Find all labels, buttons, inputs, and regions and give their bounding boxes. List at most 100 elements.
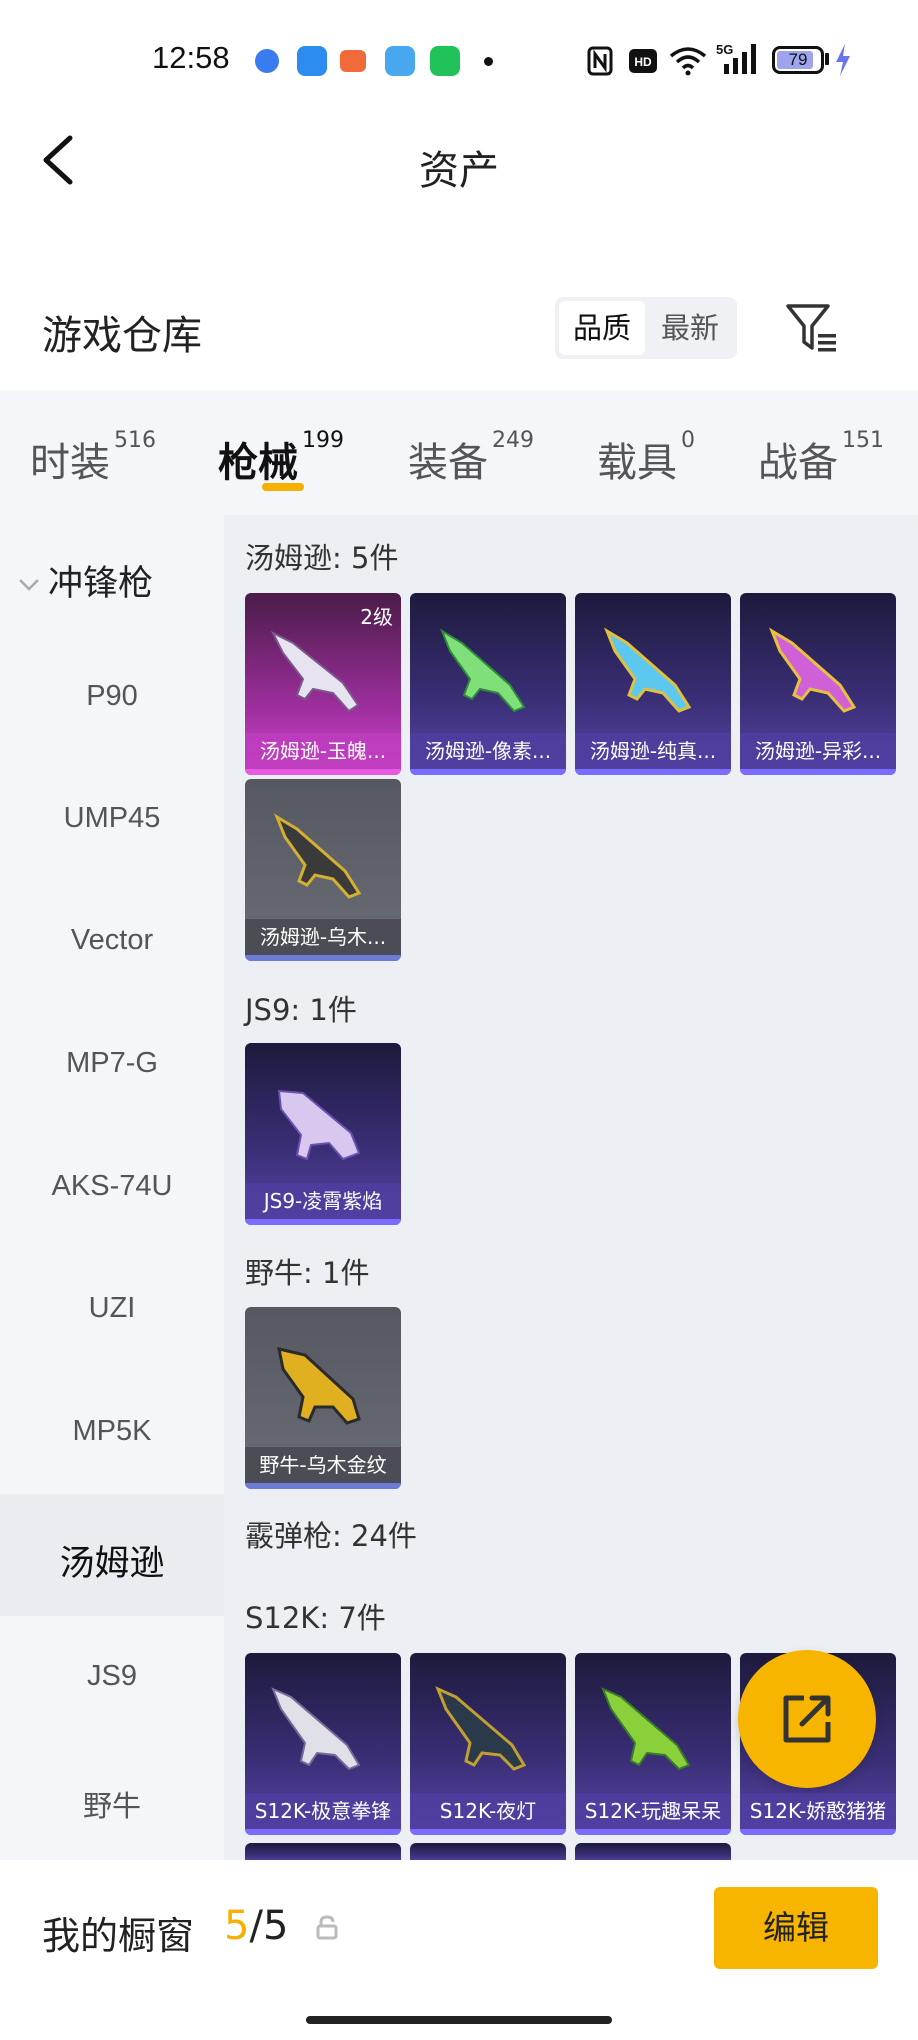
weapon-card[interactable]: 汤姆逊-纯真... xyxy=(575,593,731,775)
group-label-bison: 野牛: 1件 xyxy=(245,1256,370,1290)
weapon-name: 汤姆逊-异彩... xyxy=(740,733,896,769)
weapon-name: 汤姆逊-纯真... xyxy=(575,733,731,769)
showcase-count-total: 5 xyxy=(262,1903,289,1949)
sidebar-item-mp5k[interactable]: MP5K xyxy=(0,1415,224,1448)
weapon-card[interactable]: JS9-凌霄紫焰 xyxy=(245,1043,401,1225)
weapon-card[interactable]: 汤姆逊-乌木... xyxy=(245,779,401,961)
gun-icon xyxy=(270,630,360,713)
group-label-thompson: 汤姆逊: 5件 xyxy=(245,541,399,575)
chevron-down-icon xyxy=(19,579,39,591)
sidebar-item-js9[interactable]: JS9 xyxy=(0,1660,224,1693)
sidebar-item-uzi[interactable]: UZI xyxy=(0,1292,224,1325)
tab-firearms[interactable]: 枪械 199 xyxy=(218,428,344,488)
edit-button[interactable]: 编辑 xyxy=(714,1887,878,1969)
showcase-title: 我的橱窗 xyxy=(42,1914,195,1958)
tab-vehicles[interactable]: 载具 0 xyxy=(597,428,695,488)
tab-fashion[interactable]: 时装 516 xyxy=(30,428,156,488)
weapon-card[interactable]: 汤姆逊-像素... xyxy=(410,593,566,775)
tab-supplies[interactable]: 战备 151 xyxy=(758,428,884,488)
wifi-icon xyxy=(669,47,707,76)
battery-level: 79 xyxy=(788,50,808,69)
app-notification-icon xyxy=(255,49,279,73)
gun-icon xyxy=(603,627,692,713)
sort-option-quality[interactable]: 品质 xyxy=(559,297,645,359)
tab-count: 249 xyxy=(492,428,534,453)
group-label-js9: JS9: 1件 xyxy=(245,993,357,1027)
tab-label: 战备 xyxy=(758,440,838,486)
app-notification-icon xyxy=(297,46,327,76)
page-title: 资产 xyxy=(419,148,499,194)
app-notification-icon xyxy=(340,50,366,72)
tab-count: 151 xyxy=(842,428,884,453)
sidebar-item-p90[interactable]: P90 xyxy=(0,680,224,713)
tab-count: 199 xyxy=(302,428,344,453)
more-notifications-dot xyxy=(484,57,493,66)
weapon-card-partial[interactable] xyxy=(575,1843,731,1860)
gun-icon xyxy=(768,627,857,713)
home-indicator[interactable] xyxy=(306,2016,612,2024)
network-type-label: 5G xyxy=(716,42,733,57)
tab-label: 载具 xyxy=(597,440,677,486)
sidebar-item-bison[interactable]: 野牛 xyxy=(0,1783,224,1825)
sidebar-item-thompson[interactable]: 汤姆逊 xyxy=(0,1535,224,1586)
showcase-count-current: 5 xyxy=(224,1903,250,1949)
weapon-card[interactable]: 野牛-乌木金纹 xyxy=(245,1307,401,1489)
share-button[interactable] xyxy=(738,1650,876,1788)
battery-icon: 79 xyxy=(772,46,824,74)
tab-label: 时装 xyxy=(30,440,110,486)
gun-icon xyxy=(435,1686,527,1771)
weapon-name: S12K-夜灯 xyxy=(410,1793,566,1829)
tab-count: 516 xyxy=(114,428,156,453)
weapon-card[interactable]: S12K-夜灯 xyxy=(410,1653,566,1835)
gun-icon xyxy=(439,628,526,713)
section-title: 游戏仓库 xyxy=(42,313,202,359)
nfc-icon xyxy=(587,46,613,76)
weapon-name: S12K-极意拳锋 xyxy=(245,1793,401,1829)
weapon-name: 汤姆逊-像素... xyxy=(410,733,566,769)
weapon-name: 汤姆逊-乌木... xyxy=(245,919,401,955)
gun-icon xyxy=(277,1089,361,1161)
weapon-card[interactable]: S12K-极意拳锋 xyxy=(245,1653,401,1835)
lock-icon[interactable] xyxy=(314,1914,340,1940)
sidebar-category[interactable]: 冲锋枪 xyxy=(18,555,153,606)
group-label-shotgun: 霰弹枪: 24件 xyxy=(245,1519,417,1553)
filter-icon[interactable] xyxy=(784,300,840,356)
app-notification-icon xyxy=(385,46,415,76)
weapon-name: 汤姆逊-玉魄... xyxy=(245,733,401,769)
sidebar-item-aks74u[interactable]: AKS-74U xyxy=(0,1170,224,1203)
weapon-card[interactable]: S12K-玩趣呆呆 xyxy=(575,1653,731,1835)
tab-count: 0 xyxy=(681,428,695,453)
weapon-card-partial[interactable] xyxy=(410,1843,566,1860)
charging-icon xyxy=(836,44,850,76)
sidebar-item-mp7g[interactable]: MP7-G xyxy=(0,1047,224,1080)
showcase-count: 5/5 xyxy=(224,1903,288,1949)
hd-icon: HD xyxy=(629,49,657,73)
weapon-card[interactable]: 汤姆逊-异彩... xyxy=(740,593,896,775)
share-icon xyxy=(783,1695,831,1743)
active-tab-indicator xyxy=(262,483,304,491)
signal-icon: 5G xyxy=(716,42,756,74)
weapon-card-partial[interactable] xyxy=(245,1843,401,1860)
sort-toggle: 品质 最新 xyxy=(555,297,737,359)
weapon-name: S12K-娇憨猪猪 xyxy=(740,1793,896,1829)
weapon-name: JS9-凌霄紫焰 xyxy=(245,1183,401,1219)
weapon-card[interactable]: 2级 汤姆逊-玉魄... xyxy=(245,593,401,775)
tab-label: 装备 xyxy=(408,440,488,486)
tab-equipment[interactable]: 装备 249 xyxy=(408,428,534,488)
sidebar-item-vector[interactable]: Vector xyxy=(0,924,224,957)
showcase-count-separator: / xyxy=(249,1903,263,1949)
status-bar: 12:58 HD 5G 79 xyxy=(0,0,918,110)
weapon-name: S12K-玩趣呆呆 xyxy=(575,1793,731,1829)
gun-icon xyxy=(601,1687,691,1771)
sort-option-latest[interactable]: 最新 xyxy=(647,297,733,359)
sidebar-category-label: 冲锋枪 xyxy=(48,564,154,604)
sidebar-item-ump45[interactable]: UMP45 xyxy=(0,802,224,835)
tab-label: 枪械 xyxy=(218,440,298,486)
app-notification-icon xyxy=(430,46,460,76)
group-label-s12k: S12K: 7件 xyxy=(245,1601,386,1635)
gun-icon xyxy=(271,1687,361,1771)
status-time: 12:58 xyxy=(152,40,230,75)
weapon-name: 野牛-乌木金纹 xyxy=(245,1447,401,1483)
gun-icon xyxy=(273,813,362,899)
svg-text:HD: HD xyxy=(634,55,652,69)
